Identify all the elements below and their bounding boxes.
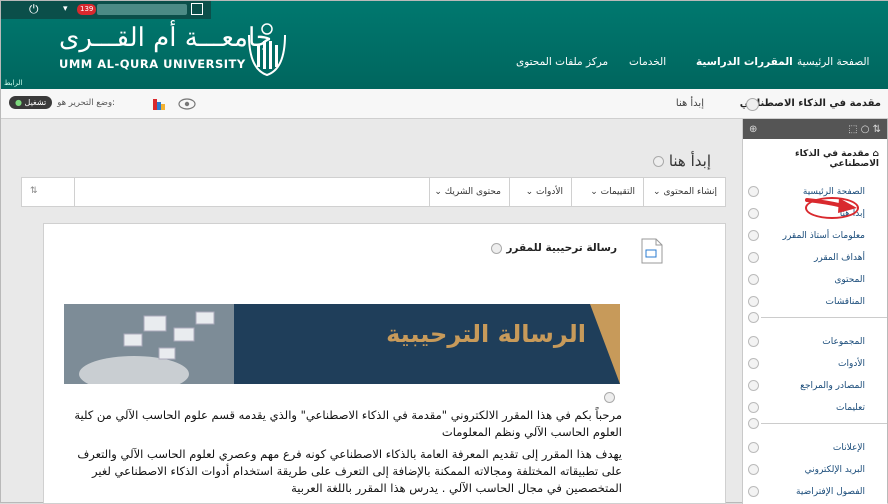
menu-item-references[interactable]: المصادر والمراجع xyxy=(743,375,887,397)
welcome-banner-image: الرسالة الترحيبية xyxy=(64,304,620,384)
action-bar: إنشاء المحتوى ⌄ التقييمات ⌄ الأدوات ⌄ مح… xyxy=(21,177,726,207)
build-content-button[interactable]: إنشاء المحتوى ⌄ xyxy=(643,178,725,206)
page-title-text: إبدأ هنا xyxy=(668,152,711,170)
menu-item-options-icon[interactable] xyxy=(748,486,759,497)
course-subbar: مقدمة في الذكاء الاصطناعي إبدأ هنا ● تشغ… xyxy=(1,89,888,119)
menu-item-content[interactable]: المحتوى xyxy=(743,269,887,291)
course-menu-course-title[interactable]: ⌂ مقدمة في الذكاء الاصطناعي xyxy=(743,139,887,181)
edit-mode-switch[interactable]: ● تشغيل xyxy=(9,96,53,109)
menu-item-options-icon[interactable] xyxy=(748,274,759,285)
user-avatar[interactable] xyxy=(191,3,203,15)
menu-item-options-icon[interactable] xyxy=(748,442,759,453)
menu-item-groups[interactable]: المجموعات xyxy=(743,331,887,353)
breadcrumb[interactable]: إبدأ هنا xyxy=(676,98,704,109)
actionbar-divider xyxy=(74,178,75,206)
menu-item-options-icon[interactable] xyxy=(748,208,759,219)
edit-mode-toggle[interactable]: ● تشغيل وضع التحرير هو: xyxy=(9,96,115,109)
partner-content-button[interactable]: محتوى الشريك ⌄ xyxy=(429,178,509,206)
course-menu-title[interactable]: مقدمة في الذكاء الاصطناعي xyxy=(740,98,881,109)
menu-item-tools[interactable]: الأدوات xyxy=(743,353,887,375)
menu-item-options-icon[interactable] xyxy=(748,380,759,391)
menu-item-discussions[interactable]: المناقشات xyxy=(743,291,887,313)
sort-icon[interactable]: ⇅ xyxy=(30,186,38,196)
menu-item-virtual-classrooms[interactable]: الفصول الإفتراضية xyxy=(743,481,887,503)
menu-item-options-icon[interactable] xyxy=(748,402,759,413)
main-content: إبدأ هنا إنشاء المحتوى ⌄ التقييمات ⌄ الأ… xyxy=(21,119,726,504)
nav-home[interactable]: الصفحة الرئيسية xyxy=(797,56,869,68)
assessments-button[interactable]: التقييمات ⌄ xyxy=(571,178,643,206)
content-item: رسالة ترحيبية للمقرر الرسالة الترحيبية م… xyxy=(43,223,726,504)
user-name-redacted[interactable] xyxy=(97,4,187,15)
menu-item-course-goals[interactable]: أهداف المقرر xyxy=(743,247,887,269)
menu-item-instructor-info[interactable]: معلومات أستاذ المقرر xyxy=(743,225,887,247)
nav-content-collection[interactable]: مركز ملفات المحتوى xyxy=(516,56,608,68)
add-menu-item-icon[interactable]: ⊕ xyxy=(749,124,757,135)
app-frame: ⏻ ▾ 139 جامعـــة أم القـــرى UMM AL-QURA… xyxy=(0,0,888,504)
menu-item-options-icon[interactable] xyxy=(748,230,759,241)
nav-services[interactable]: الخدمات xyxy=(629,56,666,68)
menu-item-options-icon[interactable] xyxy=(748,464,759,475)
banner-gold-corner xyxy=(590,304,620,384)
item-title[interactable]: رسالة ترحيبية للمقرر xyxy=(491,242,617,254)
menu-item-options-icon[interactable] xyxy=(748,358,759,369)
envelopes-hand-image xyxy=(64,304,234,384)
course-menu: ⊕ ⬚ ○ ⇅ ⌂ مقدمة في الذكاء الاصطناعي الصف… xyxy=(742,119,887,504)
color-palette-icon[interactable] xyxy=(153,99,165,110)
notification-badge[interactable]: 139 xyxy=(77,4,97,15)
power-icon[interactable]: ⏻ xyxy=(29,2,45,17)
student-preview-icon[interactable] xyxy=(178,98,196,110)
nav-courses[interactable]: المقررات الدراسية xyxy=(696,56,793,68)
welcome-paragraph-2: يهدف هذا المقرر إلى تقديم المعرفة العامة… xyxy=(77,447,622,495)
course-menu-toolbar: ⊕ ⬚ ○ ⇅ xyxy=(743,119,887,139)
menu-view-icons[interactable]: ⬚ ○ ⇅ xyxy=(848,124,881,135)
edit-mode-label: وضع التحرير هو: xyxy=(57,97,115,108)
document-icon xyxy=(641,238,663,264)
menu-item-email[interactable]: البريد الإلكتروني xyxy=(743,459,887,481)
university-name-arabic: جامعـــة أم القـــرى xyxy=(59,23,272,53)
header-small-label: الرابط xyxy=(4,79,23,87)
menu-item-instructions[interactable]: تعليمات xyxy=(743,397,887,419)
menu-item-options-icon[interactable] xyxy=(748,186,759,197)
item-options-icon[interactable] xyxy=(491,242,503,254)
tools-button[interactable]: الأدوات ⌄ xyxy=(509,178,571,206)
annotation-arrow-icon xyxy=(805,198,857,213)
dropdown-toggle-icon[interactable]: ▾ xyxy=(63,4,68,14)
menu-divider xyxy=(748,418,887,437)
university-logo-icon xyxy=(248,23,286,77)
menu-divider xyxy=(748,312,887,331)
welcome-paragraph-1: مرحباً بكم في هذا المقرر الالكتروني "مقد… xyxy=(74,408,622,439)
page-options-icon[interactable] xyxy=(652,155,664,167)
course-menu-toggle-icon[interactable] xyxy=(746,98,759,111)
divider-options-icon[interactable] xyxy=(748,312,759,323)
banner-heading: الرسالة الترحيبية xyxy=(386,320,586,348)
divider-options-icon[interactable] xyxy=(748,418,759,429)
university-name-english: UMM AL-QURA UNIVERSITY xyxy=(59,57,246,71)
page-title: إبدأ هنا xyxy=(652,152,711,170)
item-title-text[interactable]: رسالة ترحيبية للمقرر xyxy=(506,242,617,254)
menu-item-announcements[interactable]: الإعلانات xyxy=(743,437,887,459)
image-options-icon[interactable] xyxy=(604,392,615,403)
menu-item-options-icon[interactable] xyxy=(748,296,759,307)
site-header: ⏻ ▾ 139 جامعـــة أم القـــرى UMM AL-QURA… xyxy=(1,1,888,89)
menu-item-options-icon[interactable] xyxy=(748,252,759,263)
menu-item-options-icon[interactable] xyxy=(748,336,759,347)
